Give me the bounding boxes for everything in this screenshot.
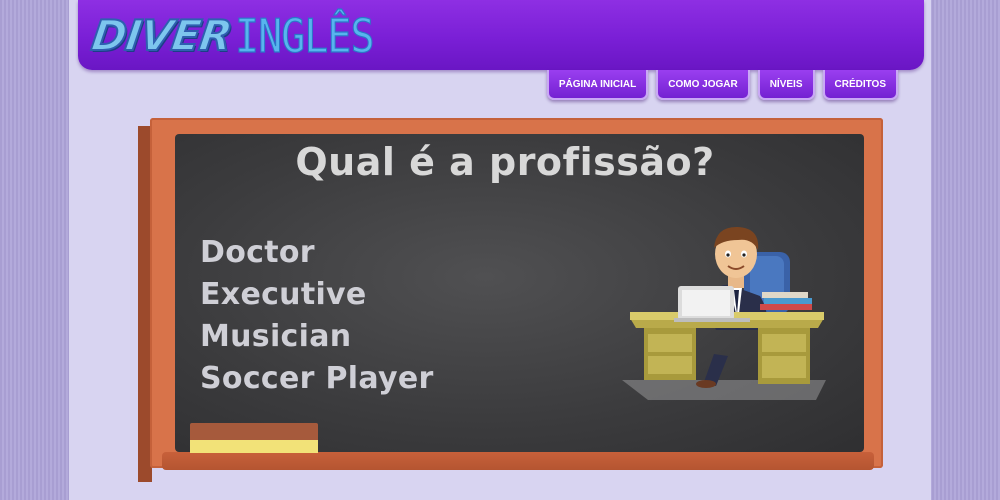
answer-option-musician[interactable]: Musician (200, 316, 434, 358)
chalk-eraser-icon (190, 423, 318, 453)
nav-niveis-button[interactable]: NÍVEIS (757, 70, 815, 100)
nav-como-jogar-button[interactable]: COMO JOGAR (656, 70, 750, 100)
main-nav: PÁGINA INICIAL COMO JOGAR NÍVEIS CRÉDITO… (546, 70, 898, 100)
executive-at-desk-illustration (622, 226, 826, 400)
logo-text-diver: DIVER (88, 10, 236, 61)
question-title: Qual é a profissão? (295, 140, 715, 184)
logo-text-ingles: INGLÊS (235, 10, 375, 64)
site-header: DIVER INGLÊS (78, 0, 924, 70)
nav-pagina-inicial-button[interactable]: PÁGINA INICIAL (546, 70, 649, 100)
site-logo[interactable]: DIVER INGLÊS (88, 8, 375, 64)
answer-option-soccer-player[interactable]: Soccer Player (200, 358, 434, 400)
answer-option-doctor[interactable]: Doctor (200, 232, 434, 274)
chalkboard-ledge (162, 452, 874, 470)
nav-creditos-button[interactable]: CRÉDITOS (822, 70, 898, 100)
answer-option-executive[interactable]: Executive (200, 274, 434, 316)
answer-options: Doctor Executive Musician Soccer Player (200, 232, 434, 400)
